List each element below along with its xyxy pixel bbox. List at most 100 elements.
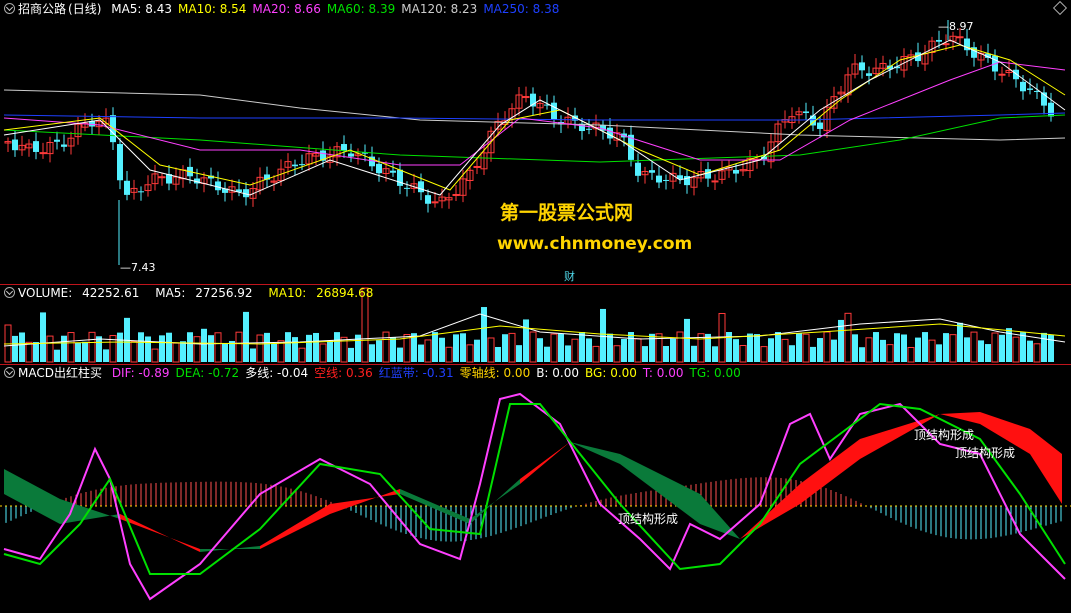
macd-panel[interactable]: MACD出红柱买 DIF: -0.89 DEA: -0.72 多线: -0.04 空线… (0, 364, 1071, 613)
volume-bar (964, 337, 970, 362)
candle (711, 180, 719, 183)
macd-chart[interactable] (0, 364, 1071, 613)
red-blue-band (1030, 429, 1062, 504)
top-structure-annotation: 顶结构形成 (914, 428, 975, 442)
volume-bar (670, 338, 676, 362)
ma-legend-item: MA20: 8.66 (252, 2, 321, 16)
candle (158, 176, 166, 179)
volume-bar (733, 339, 739, 362)
indicator-menu-icon[interactable] (4, 3, 15, 14)
candle (1027, 88, 1033, 90)
volume-bar (130, 340, 138, 363)
candle (215, 181, 221, 191)
macd-legend-item: T: 0.00 (642, 366, 684, 380)
volume-bar (781, 338, 789, 363)
volume-bar (1012, 336, 1020, 363)
volume-bar (264, 332, 270, 362)
high-price-label: —8.97 (938, 20, 974, 33)
volume-menu-icon[interactable] (4, 287, 15, 298)
candle (61, 144, 67, 147)
volume-bar (663, 346, 669, 362)
candle (998, 73, 1006, 76)
candle (607, 127, 613, 139)
volume-bar (915, 337, 921, 362)
volume-bar (985, 344, 991, 362)
ma-legend-item: MA5: 8.43 (111, 2, 172, 16)
volume-bar (537, 338, 543, 362)
macd-menu-icon[interactable] (4, 367, 15, 378)
volume-bar (831, 339, 837, 362)
volume-bar (40, 312, 46, 362)
candle (292, 164, 298, 167)
volume-bar (886, 344, 894, 363)
volume-bar (138, 332, 144, 362)
candle (33, 141, 39, 152)
moving-average-line (3, 112, 1066, 121)
volume-bar (775, 332, 781, 362)
volume-bar (516, 345, 522, 362)
volume-bar (453, 334, 459, 362)
volume-bar (949, 334, 957, 363)
volume-bar (565, 345, 571, 362)
candle (663, 179, 669, 181)
volume-bar (445, 346, 453, 363)
volume-bar (172, 342, 180, 363)
volume-bar (460, 333, 466, 362)
candle (431, 201, 439, 204)
volume-bar (277, 340, 285, 363)
volume-bar (607, 333, 613, 362)
ma-legend-item: MA120: 8.23 (401, 2, 478, 16)
stock-name: 招商公路 (18, 2, 67, 16)
candle (390, 170, 396, 173)
price-chart-panel[interactable]: 招商公路 (日线) MA5: 8.43 MA10: 8.54 MA20: 8.66 MA… (0, 0, 1071, 284)
volume-bar (46, 335, 54, 363)
candle (1020, 81, 1026, 92)
red-blue-band (330, 489, 400, 514)
volume-bar (243, 311, 249, 362)
volume-bar (523, 319, 529, 362)
low-price-label: —7.43 (120, 261, 156, 274)
volume-bar (432, 332, 438, 362)
macd-legend-item: 空线: 0.36 (314, 366, 373, 380)
volume-bar (691, 345, 697, 362)
macd-legend-item: B: 0.00 (536, 366, 580, 380)
volume-bar (642, 346, 648, 362)
volume-bar (873, 332, 879, 362)
candle (404, 187, 410, 189)
volume-bar (796, 333, 802, 362)
volume-bar (907, 347, 915, 363)
macd-legend-item: BG: 0.00 (585, 366, 637, 380)
volume-bar (285, 332, 291, 362)
volume-ma10: MA10: 26894.68 (268, 286, 374, 300)
watermark-title: 第一股票公式网 (500, 202, 634, 224)
volume-bar (96, 336, 102, 362)
macd-legend-item: 多线: -0.04 (245, 366, 309, 380)
volume-bar (621, 338, 627, 362)
volume-bar (943, 333, 949, 362)
macd-indicator-name: MACD出红柱买 (18, 366, 102, 380)
volume-bar (502, 334, 508, 362)
volume-bar (369, 344, 375, 362)
ma-legend-item: MA250: 8.38 (483, 2, 560, 16)
volume-panel[interactable]: VOLUME: 42252.61 MA5: 27256.92 MA10: 268… (0, 284, 1071, 364)
red-blue-band (800, 439, 860, 504)
chart-period: (日线) (68, 2, 102, 16)
volume-bar (747, 333, 753, 362)
volume-bar (634, 338, 642, 363)
candle (866, 73, 872, 76)
volume-bar (75, 342, 81, 362)
finance-report-marker[interactable]: 财 (564, 268, 575, 284)
volume-bar (33, 342, 39, 362)
volume-bar (82, 341, 88, 362)
volume-bar (1033, 343, 1041, 363)
volume-bar (327, 340, 333, 362)
volume-bar (271, 343, 277, 362)
candle (817, 122, 823, 129)
volume-bar (936, 344, 942, 362)
volume-bar (466, 344, 474, 363)
volume-bar (865, 337, 873, 363)
volume-bar (810, 346, 816, 362)
moving-average-line (3, 114, 1066, 163)
candle (418, 181, 424, 193)
volume-bar (508, 332, 516, 363)
